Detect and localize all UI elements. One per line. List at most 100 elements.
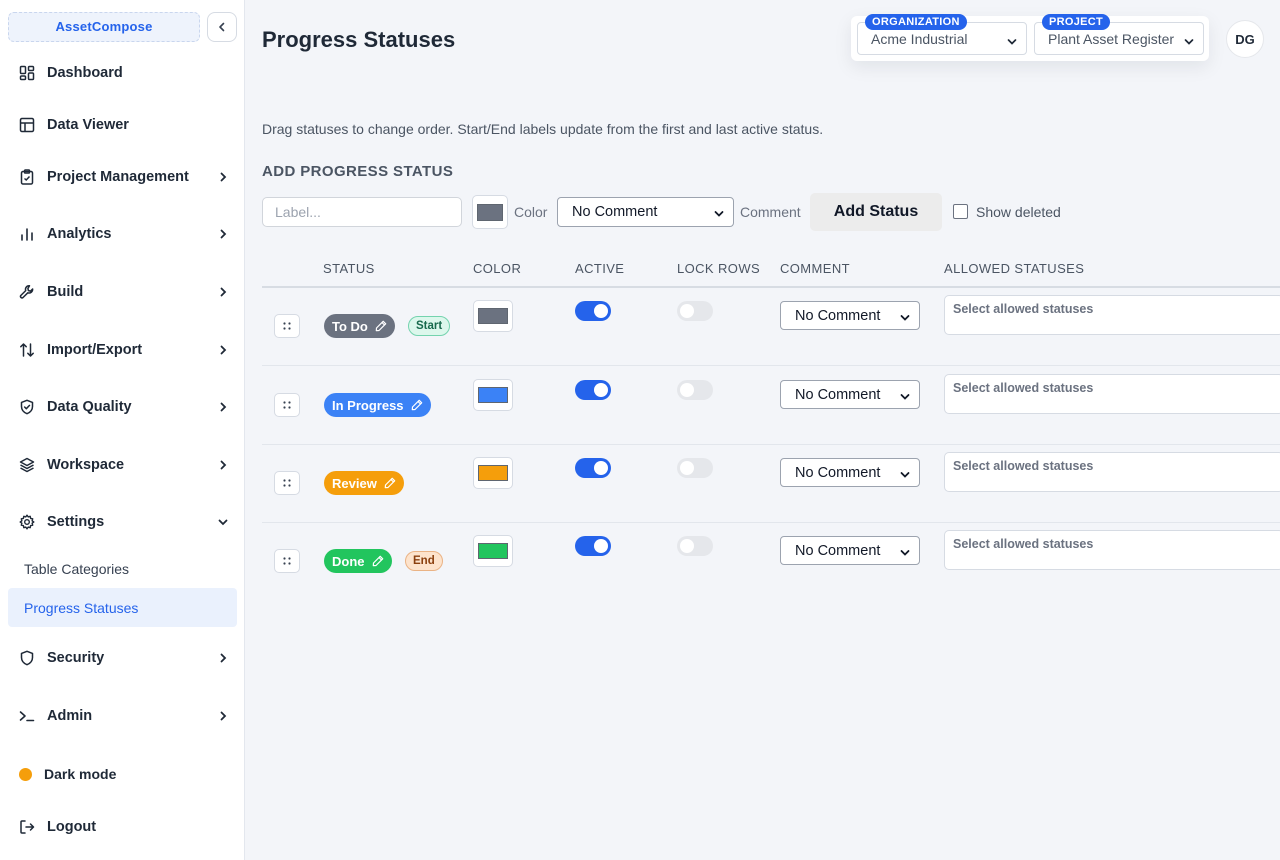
column-header-active: ACTIVE — [575, 261, 625, 276]
comment-select-value: No Comment — [795, 542, 881, 559]
column-header-status: STATUS — [323, 261, 375, 276]
comment-select[interactable]: No Comment — [780, 536, 920, 565]
column-header-lock-rows: LOCK ROWS — [677, 261, 761, 276]
active-toggle[interactable] — [575, 458, 611, 478]
drag-handle[interactable] — [274, 549, 300, 573]
active-toggle[interactable] — [575, 301, 611, 321]
sidebar-subitem-table-categories[interactable]: Table Categories — [8, 549, 237, 588]
drag-handle[interactable] — [274, 471, 300, 495]
sidebar-item-project-management[interactable]: Project Management — [18, 162, 234, 192]
allowed-statuses-select[interactable]: Select allowed statuses — [944, 530, 1280, 570]
color-picker[interactable] — [473, 457, 513, 489]
drag-handle-icon — [283, 401, 291, 409]
page-title: Progress Statuses — [262, 27, 456, 52]
chevron-right-icon — [216, 458, 230, 472]
label-input[interactable] — [262, 197, 462, 227]
new-comment-select[interactable]: No Comment — [557, 197, 734, 227]
project-value: Plant Asset Register — [1048, 31, 1175, 47]
brand-logo[interactable]: AssetCompose — [8, 12, 200, 42]
pencil-icon[interactable] — [372, 555, 384, 567]
lock-rows-toggle[interactable] — [677, 458, 713, 478]
sidebar-item-label: Build — [47, 284, 84, 300]
sidebar-item-label: Workspace — [47, 457, 125, 473]
sidebar-item-security[interactable]: Security — [18, 643, 234, 673]
status-label: In Progress — [332, 397, 404, 413]
sidebar-item-workspace[interactable]: Workspace — [18, 450, 234, 480]
sidebar-item-settings[interactable]: Settings — [18, 507, 234, 537]
sidebar-item-analytics[interactable]: Analytics — [18, 219, 234, 249]
sidebar-item-label: Data Quality — [47, 399, 132, 415]
color-picker[interactable] — [473, 535, 513, 567]
lock-rows-toggle[interactable] — [677, 536, 713, 556]
comment-select[interactable]: No Comment — [780, 380, 920, 409]
sidebar-item-data-quality[interactable]: Data Quality — [18, 392, 234, 422]
sidebar-subitem-progress-statuses[interactable]: Progress Statuses — [8, 588, 237, 627]
active-toggle[interactable] — [575, 536, 611, 556]
dark-mode-label: Dark mode — [44, 766, 117, 782]
color-swatch — [478, 308, 508, 324]
start-badge: Start — [408, 316, 451, 336]
sidebar-item-admin[interactable]: Admin — [18, 701, 234, 731]
allowed-statuses-select[interactable]: Select allowed statuses — [944, 295, 1280, 335]
terminal-icon — [18, 707, 36, 725]
chevron-right-icon — [216, 343, 230, 357]
active-toggle[interactable] — [575, 380, 611, 400]
status-label: Done — [332, 553, 365, 569]
collapse-sidebar-button[interactable] — [207, 12, 237, 42]
gear-icon — [18, 513, 36, 531]
add-status-button[interactable]: Add Status — [810, 193, 942, 231]
comment-select-value: No Comment — [572, 204, 658, 220]
row-divider — [262, 522, 1280, 523]
pencil-icon[interactable] — [375, 320, 387, 332]
chevron-right-icon — [216, 285, 230, 299]
shield-icon — [18, 649, 36, 667]
lock-rows-toggle[interactable] — [677, 301, 713, 321]
color-picker[interactable] — [473, 300, 513, 332]
dashboard-icon — [18, 64, 36, 82]
status-pill[interactable]: In Progress — [324, 393, 431, 417]
color-swatch — [478, 543, 508, 559]
chevron-right-icon — [216, 227, 230, 241]
sidebar-item-build[interactable]: Build — [18, 277, 234, 307]
lock-rows-toggle[interactable] — [677, 380, 713, 400]
comment-select[interactable]: No Comment — [780, 301, 920, 330]
allowed-statuses-select[interactable]: Select allowed statuses — [944, 374, 1280, 414]
drag-handle-icon — [283, 479, 291, 487]
wrench-icon — [18, 283, 36, 301]
pencil-icon[interactable] — [384, 477, 396, 489]
chevron-down-icon — [714, 207, 724, 223]
new-color-picker[interactable] — [472, 195, 508, 229]
sidebar-item-data-viewer[interactable]: Data Viewer — [18, 110, 234, 140]
logout-button[interactable]: Logout — [18, 812, 234, 842]
sidebar-item-label: Settings — [47, 514, 105, 530]
status-label: Review — [332, 475, 377, 491]
user-avatar[interactable]: DG — [1226, 20, 1264, 58]
show-deleted-label[interactable]: Show deleted — [976, 204, 1061, 220]
sidebar-item-import-export[interactable]: Import/Export — [18, 335, 234, 365]
sidebar-item-dashboard[interactable]: Dashboard — [18, 58, 234, 88]
drag-handle[interactable] — [274, 314, 300, 338]
dark-mode-dot-icon — [19, 767, 32, 781]
chevron-down-icon — [900, 546, 910, 562]
drag-handle[interactable] — [274, 393, 300, 417]
chevron-left-icon — [219, 22, 225, 32]
dark-mode-toggle[interactable]: Dark mode — [18, 759, 234, 789]
sidebar-item-label: Import/Export — [47, 342, 143, 358]
allowed-statuses-select[interactable]: Select allowed statuses — [944, 452, 1280, 492]
column-header-allowed-statuses: ALLOWED STATUSES — [944, 261, 1085, 276]
comment-select[interactable]: No Comment — [780, 458, 920, 487]
comment-select-value: No Comment — [795, 307, 881, 324]
chevron-right-icon — [216, 170, 230, 184]
pencil-icon[interactable] — [411, 399, 423, 411]
add-section-title: ADD PROGRESS STATUS — [262, 163, 454, 180]
sidebar: AssetCompose Dashboard Data Viewer Proje… — [0, 0, 245, 860]
color-picker[interactable] — [473, 379, 513, 411]
show-deleted-checkbox[interactable] — [953, 204, 968, 219]
brand-row: AssetCompose — [8, 12, 238, 42]
status-pill[interactable]: To Do — [324, 314, 395, 338]
status-pill[interactable]: Done — [324, 549, 392, 573]
status-pill[interactable]: Review — [324, 471, 404, 495]
color-label: Color — [514, 204, 548, 220]
context-selector: Acme Industrial ORGANIZATION Plant Asset… — [851, 14, 1209, 61]
organization-value: Acme Industrial — [871, 31, 968, 47]
